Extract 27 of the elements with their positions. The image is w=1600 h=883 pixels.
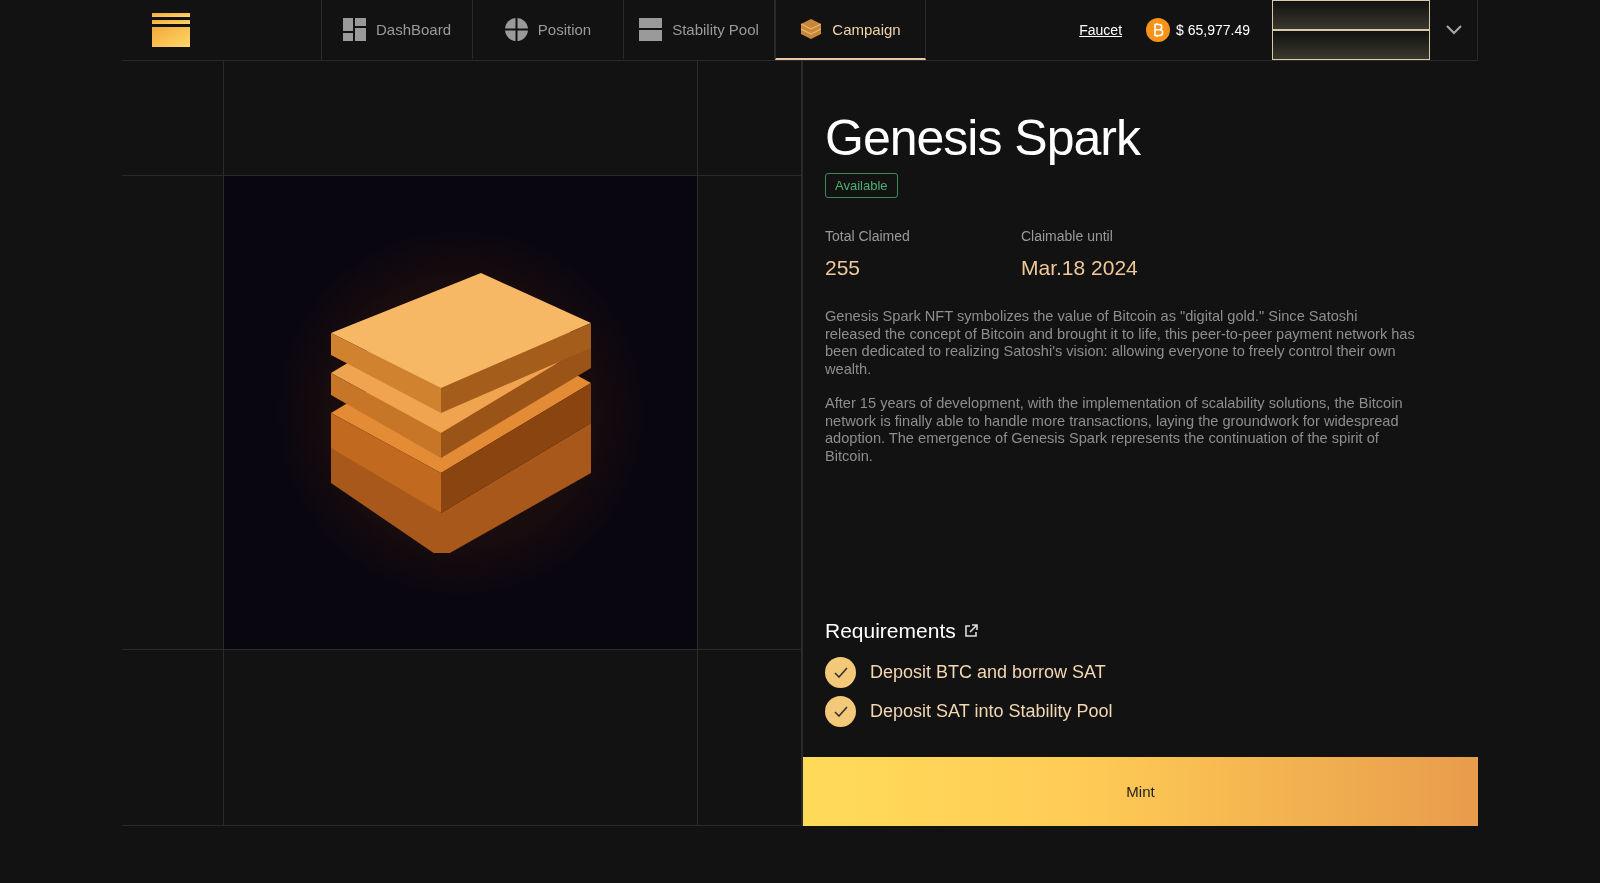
nft-title: Genesis Spark — [825, 109, 1142, 167]
requirements-heading: Requirements — [825, 619, 956, 643]
wallet-avatar[interactable] — [1272, 0, 1430, 60]
external-link-icon[interactable] — [963, 624, 978, 638]
nav-tab[interactable]: Position — [473, 0, 624, 60]
stat-value: 255 — [825, 256, 862, 280]
nav-tab[interactable]: DashBoard — [322, 0, 473, 60]
bitcoin-icon — [1146, 18, 1171, 42]
stat-label: Claimable until — [1021, 228, 1114, 244]
description-paragraph: Genesis Spark NFT symbolizes the value of Bitcoin as "digital gold." Since Satoshi released the concept of Bitcoin and brought it to life, this peer-to-peer payment network has been dedicated to realizing Satoshi's vision: allowing everyone to freely control their own wealth. — [825, 308, 1416, 378]
cube-icon — [800, 18, 823, 40]
stat-value: Mar.18 2024 — [1021, 256, 1139, 280]
logo-icon[interactable] — [152, 13, 190, 47]
status-badge: Available — [825, 173, 898, 198]
faucet-link[interactable]: Faucet — [1079, 22, 1123, 38]
requirement-label: Deposit BTC and borrow SAT — [870, 662, 1106, 683]
mint-button[interactable]: Mint — [803, 757, 1478, 826]
stacked-bars-icon — [639, 17, 663, 41]
btc-price: $ 65,977.49 — [1176, 22, 1250, 38]
nav-tab[interactable]: Campaign — [775, 0, 926, 60]
chevron-down-icon — [1445, 25, 1462, 35]
crosshair-circle-icon — [504, 17, 528, 41]
requirement-label: Deposit SAT into Stability Pool — [870, 701, 1113, 722]
nav-tab[interactable]: Stability Pool — [624, 0, 775, 60]
stat-label: Total Claimed — [825, 228, 911, 244]
description-paragraph: After 15 years of development, with the implementation of scalability solutions, the Bitcoin network is finally able to handle more transactions, laying the groundwork for widespread adoption. The emergence of Genesis Spark represents the continuation of the spirit of Bitcoin. — [825, 395, 1404, 465]
grid-icon — [342, 17, 366, 41]
